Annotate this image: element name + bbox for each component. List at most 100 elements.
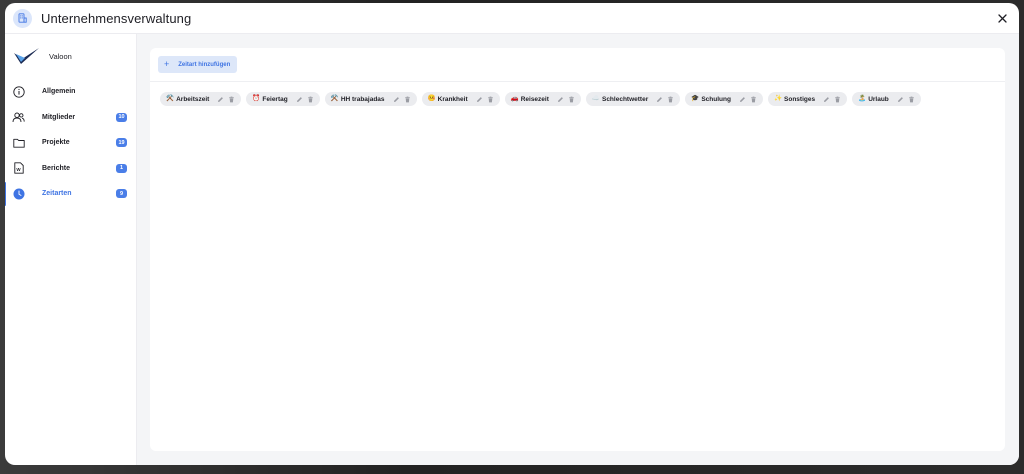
chip-actions bbox=[393, 96, 411, 103]
plus-icon: + bbox=[164, 59, 170, 69]
time-type-emoji: 🎓 bbox=[691, 94, 700, 102]
count-badge: 1 bbox=[116, 163, 127, 173]
edit-button[interactable] bbox=[296, 96, 303, 103]
close-icon bbox=[997, 13, 1007, 23]
close-button[interactable] bbox=[993, 9, 1011, 27]
users-icon bbox=[12, 111, 25, 124]
delete-button[interactable] bbox=[228, 96, 235, 103]
delete-button[interactable] bbox=[307, 96, 314, 103]
sidebar-item-berichte[interactable]: W Berichte 1 bbox=[5, 156, 136, 182]
time-type-list: ⚒️ Arbeitszeit ⏰ Feiertag ⚒️ HH trabajad… bbox=[150, 82, 1005, 106]
trash-icon bbox=[307, 96, 313, 102]
trash-icon bbox=[487, 96, 493, 102]
time-types-card: + Zeitart hinzufügen ⚒️ Arbeitszeit ⏰ Fe… bbox=[150, 48, 1005, 451]
delete-button[interactable] bbox=[908, 96, 915, 103]
time-type-label: Urlaub bbox=[868, 95, 889, 103]
pencil-icon bbox=[476, 96, 482, 102]
pencil-icon bbox=[218, 96, 224, 102]
edit-button[interactable] bbox=[217, 96, 224, 103]
sidebar: Valoon Allgemein Mitglieder 10 Projekte … bbox=[5, 34, 137, 465]
modal-title: Unternehmensverwaltung bbox=[41, 10, 192, 26]
toolbar: + Zeitart hinzufügen bbox=[150, 48, 1005, 82]
edit-button[interactable] bbox=[393, 96, 400, 103]
time-type-label: Feiertag bbox=[262, 95, 288, 103]
delete-button[interactable] bbox=[834, 96, 841, 103]
time-type-chip[interactable]: 🏝️ Urlaub bbox=[852, 92, 921, 106]
delete-button[interactable] bbox=[487, 96, 494, 103]
edit-button[interactable] bbox=[476, 96, 483, 103]
trash-icon bbox=[229, 96, 235, 102]
chip-actions bbox=[823, 96, 841, 103]
time-type-label: Arbeitszeit bbox=[176, 95, 210, 103]
add-time-type-button[interactable]: + Zeitart hinzufügen bbox=[158, 56, 238, 73]
time-type-label: Sonstiges bbox=[784, 95, 816, 103]
sidebar-item-mitglieder[interactable]: Mitglieder 10 bbox=[5, 105, 136, 131]
info-icon bbox=[12, 85, 25, 98]
time-type-emoji: ☁️ bbox=[591, 94, 600, 102]
valoon-logo-icon bbox=[14, 47, 39, 64]
edit-button[interactable] bbox=[897, 96, 904, 103]
time-type-chip[interactable]: ⏰ Feiertag bbox=[246, 92, 320, 106]
time-type-label: Schlechtwetter bbox=[601, 95, 649, 103]
time-type-label: Schulung bbox=[701, 95, 731, 103]
time-type-label: HH trabajadas bbox=[340, 95, 385, 103]
trash-icon bbox=[404, 96, 410, 102]
time-type-chip[interactable]: 🚗 Reisezeit bbox=[504, 92, 581, 106]
pencil-icon bbox=[557, 96, 563, 102]
sidebar-item-label: Zeitarten bbox=[42, 190, 72, 198]
modal-body: Valoon Allgemein Mitglieder 10 Projekte … bbox=[5, 34, 1019, 465]
sidebar-item-zeitarten[interactable]: Zeitarten 9 bbox=[5, 181, 136, 207]
time-type-emoji: 🤒 bbox=[427, 94, 436, 102]
pencil-icon bbox=[296, 96, 302, 102]
pencil-icon bbox=[897, 96, 903, 102]
edit-button[interactable] bbox=[656, 96, 663, 103]
company-settings-modal: Unternehmensverwaltung Valoon Allgemein … bbox=[5, 3, 1019, 465]
pencil-icon bbox=[657, 96, 663, 102]
edit-button[interactable] bbox=[739, 96, 746, 103]
time-type-chip[interactable]: ✨ Sonstiges bbox=[767, 92, 848, 106]
sidebar-item-label: Allgemein bbox=[42, 88, 76, 96]
chip-actions bbox=[296, 96, 314, 103]
sidebar-item-projekte[interactable]: Projekte 19 bbox=[5, 130, 136, 156]
modal-header: Unternehmensverwaltung bbox=[5, 3, 1019, 34]
chip-actions bbox=[656, 96, 674, 103]
time-type-emoji: ⏰ bbox=[252, 94, 261, 102]
count-badge: 9 bbox=[116, 189, 127, 198]
sidebar-item-label: Berichte bbox=[42, 164, 71, 172]
trash-icon bbox=[908, 96, 914, 102]
trash-icon bbox=[668, 96, 674, 102]
brand-name: Valoon bbox=[49, 51, 72, 61]
edit-button[interactable] bbox=[823, 96, 830, 103]
time-type-emoji: 🏝️ bbox=[858, 94, 867, 102]
folder-icon bbox=[12, 136, 25, 149]
delete-button[interactable] bbox=[568, 96, 575, 103]
time-type-chip[interactable]: 🤒 Krankheit bbox=[421, 92, 500, 106]
pencil-icon bbox=[824, 96, 829, 102]
sidebar-item-allgemein[interactable]: Allgemein bbox=[5, 79, 136, 105]
time-type-chip[interactable]: ⚒️ HH trabajadas bbox=[324, 92, 417, 106]
chip-actions bbox=[739, 96, 757, 103]
time-type-chip[interactable]: ⚒️ Arbeitszeit bbox=[160, 92, 242, 106]
chip-actions bbox=[897, 96, 915, 103]
count-badge: 19 bbox=[116, 138, 127, 147]
time-type-emoji: ✨ bbox=[773, 94, 783, 102]
time-type-label: Krankheit bbox=[437, 95, 468, 103]
main-content: + Zeitart hinzufügen ⚒️ Arbeitszeit ⏰ Fe… bbox=[137, 34, 1019, 465]
delete-button[interactable] bbox=[404, 96, 411, 103]
edit-button[interactable] bbox=[557, 96, 564, 103]
trash-icon bbox=[569, 96, 574, 102]
chip-actions bbox=[217, 96, 235, 103]
count-badge: 10 bbox=[116, 112, 127, 122]
chip-actions bbox=[476, 96, 494, 103]
word-document-icon: W bbox=[12, 162, 25, 175]
clock-icon bbox=[12, 187, 25, 200]
brand: Valoon bbox=[5, 45, 136, 67]
delete-button[interactable] bbox=[667, 96, 674, 103]
time-type-emoji: 🚗 bbox=[510, 94, 519, 102]
time-type-chip[interactable]: ☁️ Schlechtwetter bbox=[585, 92, 681, 106]
pencil-icon bbox=[739, 96, 745, 102]
time-type-emoji: ⚒️ bbox=[330, 94, 339, 102]
delete-button[interactable] bbox=[750, 96, 757, 103]
time-type-chip[interactable]: 🎓 Schulung bbox=[685, 92, 763, 106]
trash-icon bbox=[835, 96, 840, 102]
